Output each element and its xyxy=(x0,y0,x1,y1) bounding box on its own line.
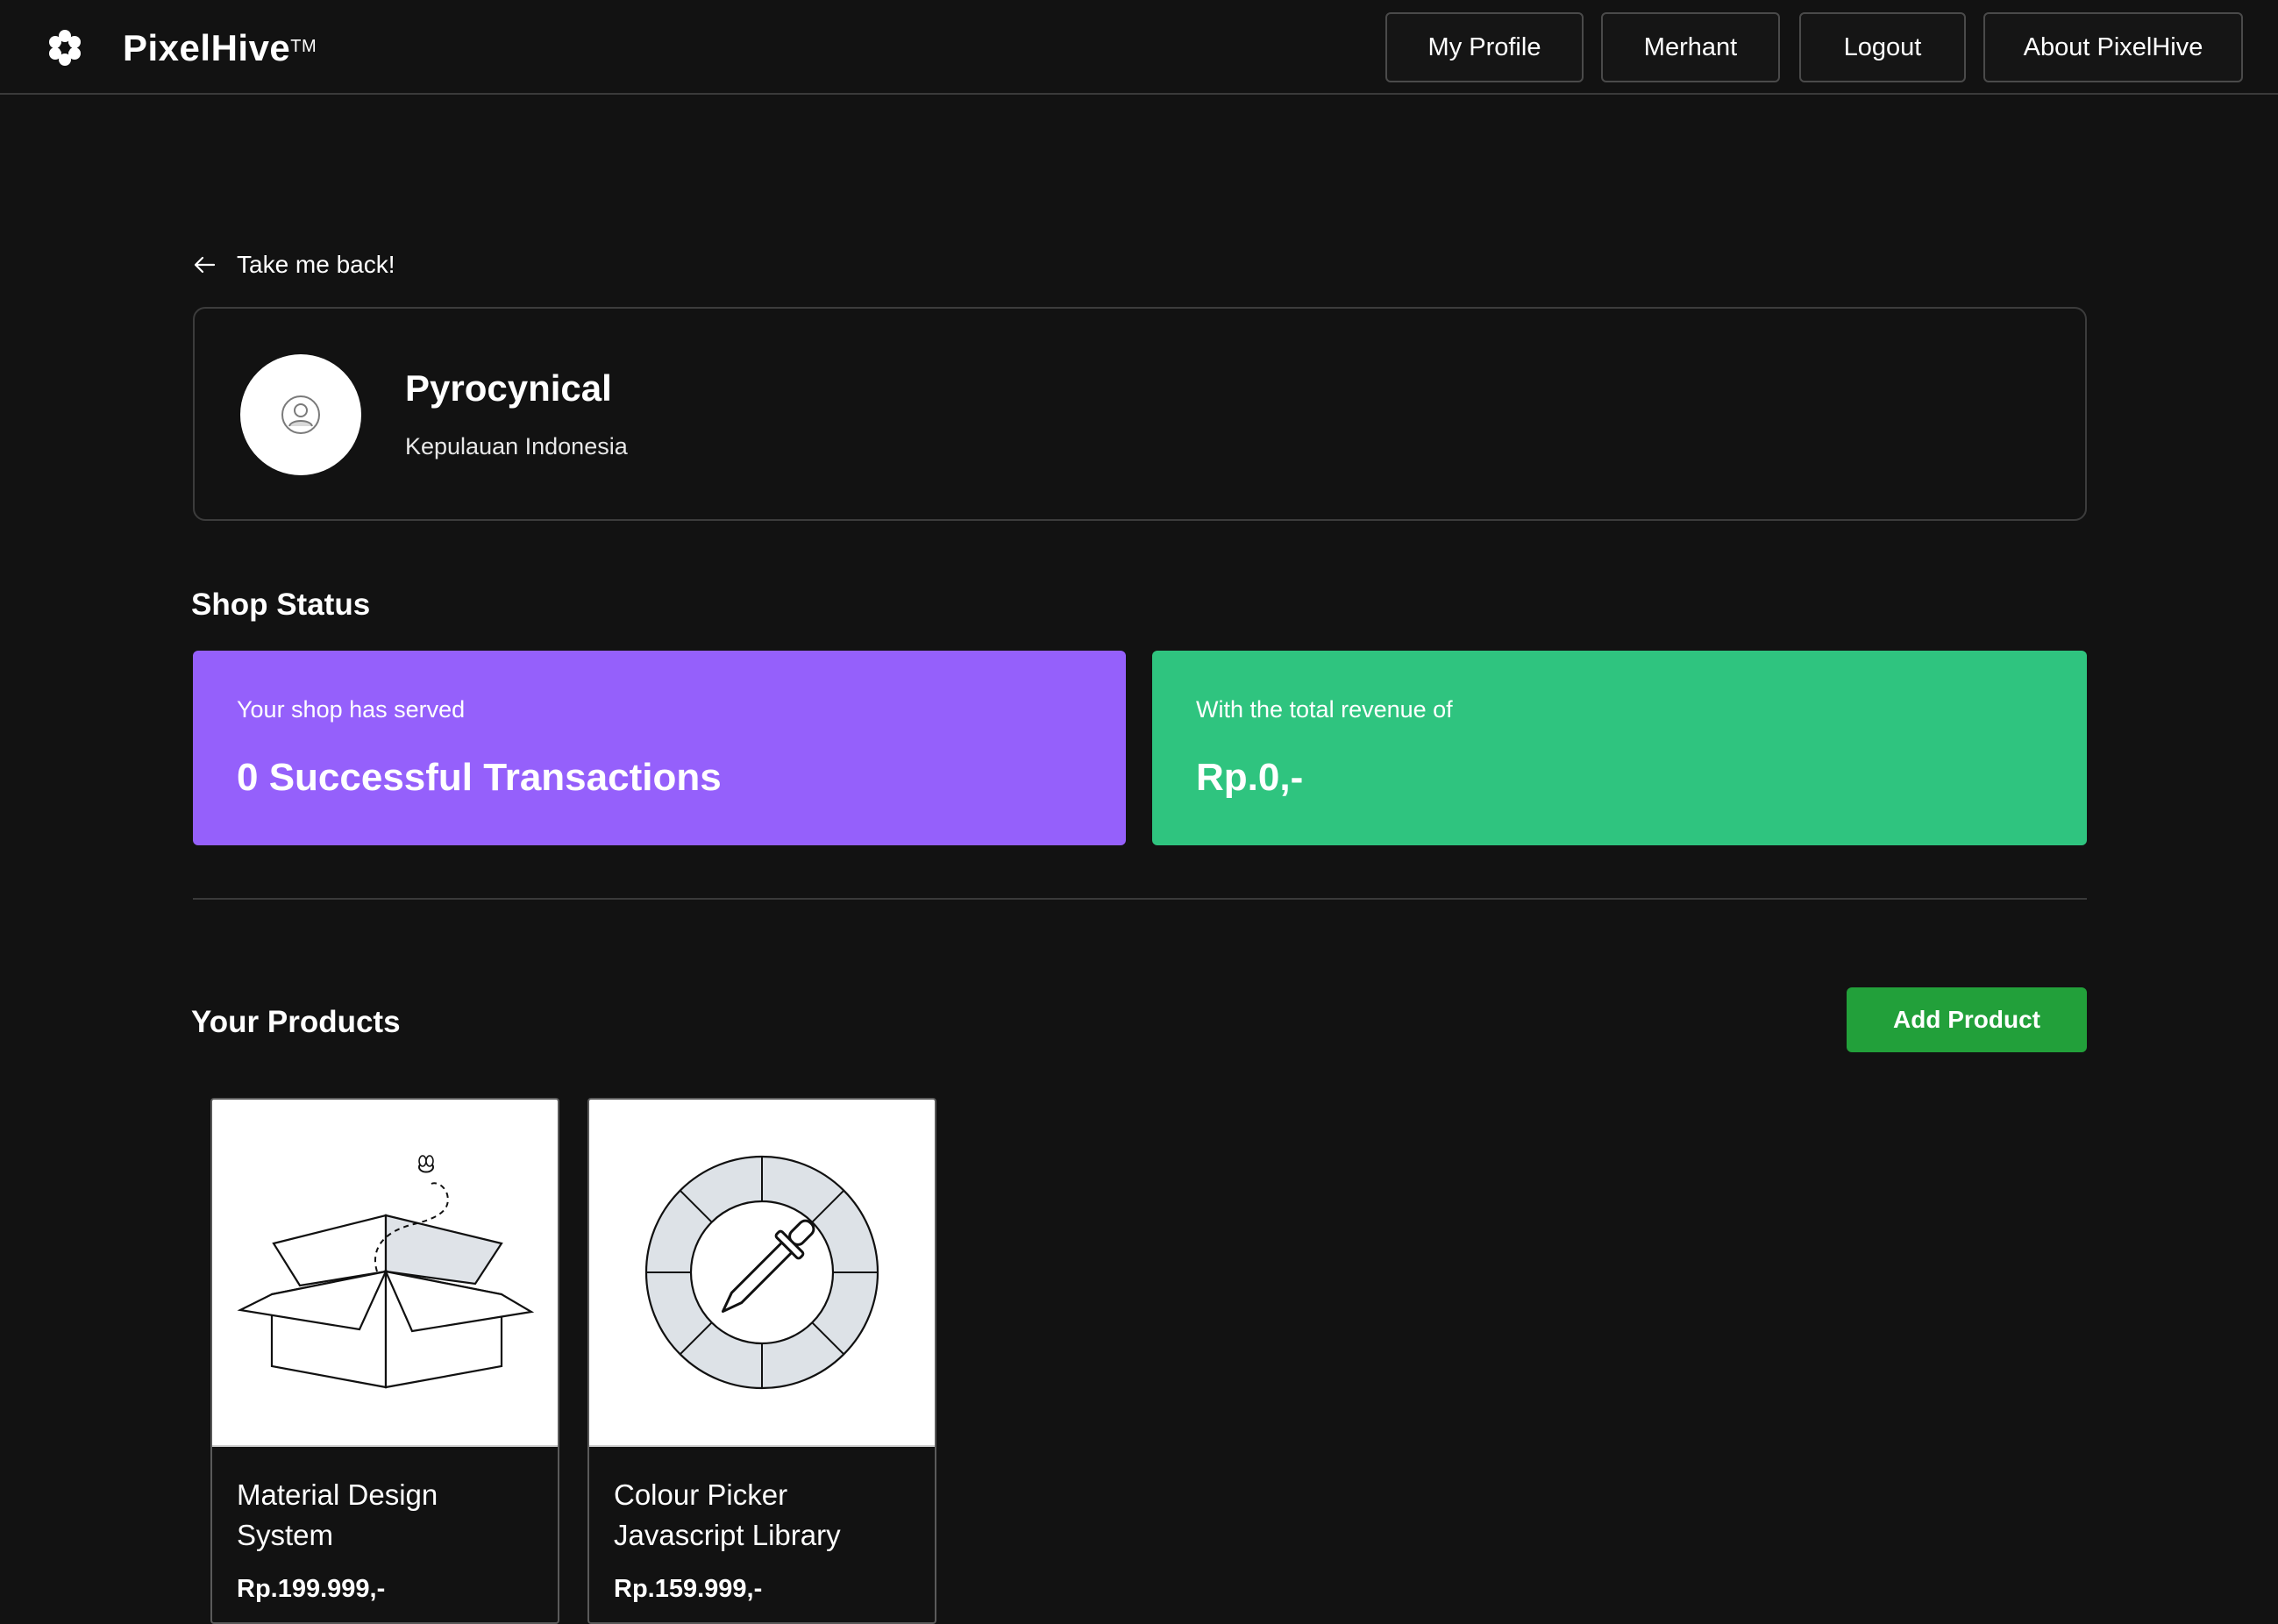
product-card[interactable]: Material Design System Rp.199.999,- xyxy=(210,1098,559,1624)
nav-my-profile-button[interactable]: My Profile xyxy=(1385,12,1584,82)
product-image[interactable] xyxy=(589,1100,935,1447)
avatar xyxy=(240,354,361,475)
product-price: Rp.159.999,- xyxy=(614,1575,763,1603)
back-link-label: Take me back! xyxy=(237,251,395,278)
shop-profile-card: Pyrocynical Kepulauan Indonesia xyxy=(193,307,2087,521)
product-card[interactable]: Colour Picker Javascript Library Rp.159.… xyxy=(587,1098,936,1624)
transactions-value: 0 Successful Transactions xyxy=(237,756,722,799)
color-picker-icon xyxy=(644,1155,879,1390)
add-product-button[interactable]: Add Product xyxy=(1847,987,2087,1052)
nav-logout-button[interactable]: Logout xyxy=(1799,12,1966,82)
transactions-card: Your shop has served 0 Successful Transa… xyxy=(193,651,1126,845)
transactions-label: Your shop has served xyxy=(237,696,466,723)
back-link[interactable]: Take me back! xyxy=(193,247,395,282)
open-box-icon xyxy=(237,1155,535,1389)
arrow-left-icon xyxy=(194,256,216,274)
shop-name: Pyrocynical xyxy=(405,367,612,409)
brand-name[interactable]: PixelHiveTM xyxy=(123,26,317,70)
brand-name-text: PixelHive xyxy=(123,27,291,68)
product-title[interactable]: Material Design System xyxy=(237,1475,535,1556)
your-products-heading: Your Products xyxy=(191,1005,401,1039)
nav-about-button[interactable]: About PixelHive xyxy=(1983,12,2243,82)
nav-merchant-button[interactable]: Merhant xyxy=(1601,12,1780,82)
user-avatar-icon xyxy=(281,395,320,434)
top-navbar: PixelHiveTM My Profile Merhant Logout Ab… xyxy=(0,0,2278,95)
trademark-mark: TM xyxy=(290,37,317,56)
shop-location: Kepulauan Indonesia xyxy=(405,433,628,459)
product-title[interactable]: Colour Picker Javascript Library xyxy=(614,1475,912,1556)
shop-status-heading: Shop Status xyxy=(191,588,371,622)
product-price: Rp.199.999,- xyxy=(237,1575,386,1603)
product-image[interactable] xyxy=(212,1100,558,1447)
revenue-card: With the total revenue of Rp.0,- xyxy=(1152,651,2087,845)
section-divider xyxy=(193,898,2087,900)
revenue-value: Rp.0,- xyxy=(1196,756,1304,799)
revenue-label: With the total revenue of xyxy=(1196,696,1453,723)
hexagon-cluster-icon[interactable] xyxy=(46,28,84,67)
